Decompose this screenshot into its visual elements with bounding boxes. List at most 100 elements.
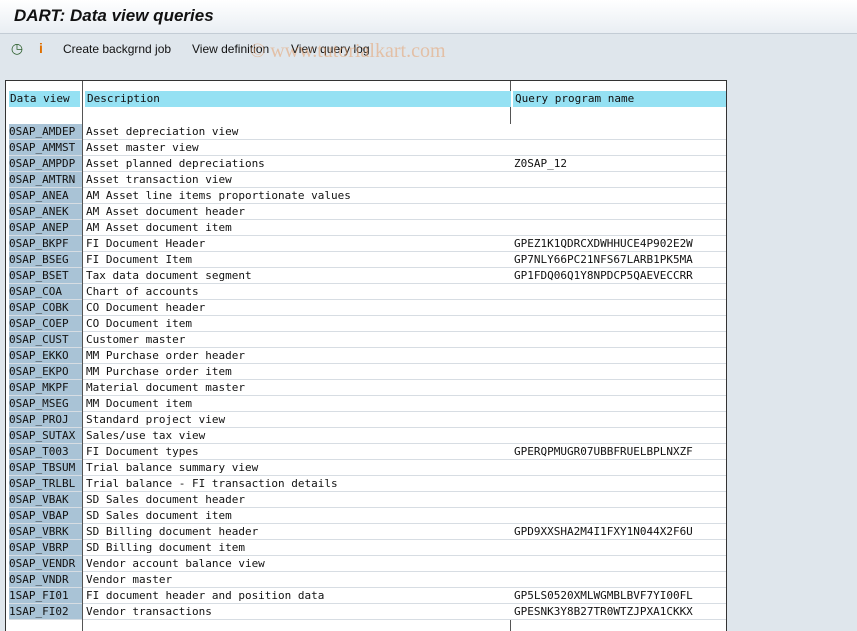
- data-view-cell[interactable]: 0SAP_VBAK: [9, 492, 82, 508]
- table-row[interactable]: 1SAP_FI02 Vendor transactions GPESNK3Y8B27…: [6, 604, 726, 620]
- data-view-cell[interactable]: 0SAP_TBSUM: [9, 460, 82, 476]
- query-program-cell[interactable]: [511, 492, 726, 508]
- table-row[interactable]: 0SAP_TBSUM Trial balance summary view: [6, 460, 726, 476]
- table-row[interactable]: 0SAP_SUTAX Sales/use tax view: [6, 428, 726, 444]
- description-cell[interactable]: AM Asset line items proportionate values: [83, 188, 513, 204]
- data-view-cell[interactable]: 0SAP_ANEA: [9, 188, 82, 204]
- data-view-cell[interactable]: 0SAP_PROJ: [9, 412, 82, 428]
- table-row[interactable]: 0SAP_VBAP SD Sales document item: [6, 508, 726, 524]
- query-program-cell[interactable]: [511, 540, 726, 556]
- query-program-cell[interactable]: [511, 316, 726, 332]
- table-row[interactable]: 0SAP_MSEG MM Document item: [6, 396, 726, 412]
- query-program-cell[interactable]: [511, 380, 726, 396]
- query-program-cell[interactable]: [511, 348, 726, 364]
- table-row[interactable]: 0SAP_EKPO MM Purchase order item: [6, 364, 726, 380]
- query-program-cell[interactable]: GP1FDQ06Q1Y8NPDCP5QAEVECCRR: [511, 268, 726, 284]
- column-header-description[interactable]: Description: [85, 91, 511, 107]
- data-view-cell[interactable]: 0SAP_COEP: [9, 316, 82, 332]
- data-view-cell[interactable]: 0SAP_EKKO: [9, 348, 82, 364]
- table-row[interactable]: 0SAP_MKPF Material document master: [6, 380, 726, 396]
- description-cell[interactable]: Standard project view: [83, 412, 513, 428]
- description-cell[interactable]: Material document master: [83, 380, 513, 396]
- data-view-cell[interactable]: 0SAP_MSEG: [9, 396, 82, 412]
- description-cell[interactable]: Tax data document segment: [83, 268, 513, 284]
- data-view-cell[interactable]: 0SAP_BKPF: [9, 236, 82, 252]
- query-program-cell[interactable]: [511, 300, 726, 316]
- table-row[interactable]: 1SAP_FI01 FI document header and position…: [6, 588, 726, 604]
- description-cell[interactable]: Vendor account balance view: [83, 556, 513, 572]
- data-view-cell[interactable]: 0SAP_VNDR: [9, 572, 82, 588]
- table-row[interactable]: 0SAP_VNDR Vendor master: [6, 572, 726, 588]
- data-view-cell[interactable]: 0SAP_EKPO: [9, 364, 82, 380]
- data-view-cell[interactable]: 0SAP_COA: [9, 284, 82, 300]
- table-row[interactable]: 0SAP_COBK CO Document header: [6, 300, 726, 316]
- data-view-cell[interactable]: 0SAP_AMPDP: [9, 156, 82, 172]
- query-program-cell[interactable]: GP7NLY66PC21NFS67LARB1PK5MA: [511, 252, 726, 268]
- description-cell[interactable]: SD Sales document header: [83, 492, 513, 508]
- data-view-cell[interactable]: 0SAP_ANEP: [9, 220, 82, 236]
- query-program-cell[interactable]: [511, 460, 726, 476]
- description-cell[interactable]: CO Document item: [83, 316, 513, 332]
- data-view-cell[interactable]: 0SAP_VBAP: [9, 508, 82, 524]
- query-program-cell[interactable]: [511, 508, 726, 524]
- column-header-data-view[interactable]: Data view: [9, 91, 80, 107]
- data-view-cell[interactable]: 0SAP_BSET: [9, 268, 82, 284]
- description-cell[interactable]: AM Asset document item: [83, 220, 513, 236]
- query-program-cell[interactable]: GP5LS0520XMLWGMBLBVF7YI00FL: [511, 588, 726, 604]
- data-view-cell[interactable]: 0SAP_CUST: [9, 332, 82, 348]
- data-view-cell[interactable]: 0SAP_BSEG: [9, 252, 82, 268]
- query-program-cell[interactable]: [511, 572, 726, 588]
- description-cell[interactable]: FI Document Item: [83, 252, 513, 268]
- query-program-cell[interactable]: [511, 412, 726, 428]
- query-program-cell[interactable]: [511, 364, 726, 380]
- data-view-cell[interactable]: 0SAP_VENDR: [9, 556, 82, 572]
- query-program-cell[interactable]: [511, 476, 726, 492]
- table-row[interactable]: 0SAP_AMPDP Asset planned depreciations Z0S…: [6, 156, 726, 172]
- table-row[interactable]: 0SAP_ANEK AM Asset document header: [6, 204, 726, 220]
- create-background-job-button[interactable]: Create backgrnd job: [63, 42, 171, 56]
- table-row[interactable]: 0SAP_BSEG FI Document Item GP7NLY66PC21NFS…: [6, 252, 726, 268]
- description-cell[interactable]: MM Purchase order item: [83, 364, 513, 380]
- column-header-query-program[interactable]: Query program name: [513, 91, 726, 107]
- table-row[interactable]: 0SAP_T003 FI Document types GPERQPMUGR07UB…: [6, 444, 726, 460]
- description-cell[interactable]: AM Asset document header: [83, 204, 513, 220]
- data-view-cell[interactable]: 0SAP_T003: [9, 444, 82, 460]
- query-program-cell[interactable]: [511, 124, 726, 140]
- query-program-cell[interactable]: [511, 428, 726, 444]
- query-program-cell[interactable]: GPD9XXSHA2M4I1FXY1N044X2F6U: [511, 524, 726, 540]
- description-cell[interactable]: Chart of accounts: [83, 284, 513, 300]
- table-row[interactable]: 0SAP_COEP CO Document item: [6, 316, 726, 332]
- description-cell[interactable]: Asset transaction view: [83, 172, 513, 188]
- table-row[interactable]: 0SAP_VBRP SD Billing document item: [6, 540, 726, 556]
- table-row[interactable]: 0SAP_VBRK SD Billing document header GPD9X…: [6, 524, 726, 540]
- description-cell[interactable]: Vendor transactions: [83, 604, 513, 620]
- description-cell[interactable]: SD Billing document item: [83, 540, 513, 556]
- data-view-cell[interactable]: 0SAP_AMTRN: [9, 172, 82, 188]
- table-row[interactable]: 0SAP_EKKO MM Purchase order header: [6, 348, 726, 364]
- query-program-cell[interactable]: [511, 284, 726, 300]
- table-row[interactable]: 0SAP_TRLBL Trial balance - FI transaction…: [6, 476, 726, 492]
- table-row[interactable]: 0SAP_VBAK SD Sales document header: [6, 492, 726, 508]
- table-row[interactable]: 0SAP_AMTRN Asset transaction view: [6, 172, 726, 188]
- description-cell[interactable]: Asset master view: [83, 140, 513, 156]
- data-view-cell[interactable]: 0SAP_MKPF: [9, 380, 82, 396]
- query-program-cell[interactable]: [511, 140, 726, 156]
- description-cell[interactable]: SD Sales document item: [83, 508, 513, 524]
- description-cell[interactable]: Vendor master: [83, 572, 513, 588]
- description-cell[interactable]: MM Document item: [83, 396, 513, 412]
- table-row[interactable]: 0SAP_AMMST Asset master view: [6, 140, 726, 156]
- description-cell[interactable]: Asset depreciation view: [83, 124, 513, 140]
- data-view-cell[interactable]: 0SAP_SUTAX: [9, 428, 82, 444]
- description-cell[interactable]: Trial balance summary view: [83, 460, 513, 476]
- table-row[interactable]: 0SAP_AMDEP Asset depreciation view: [6, 124, 726, 140]
- table-row[interactable]: 0SAP_ANEA AM Asset line items proportiona…: [6, 188, 726, 204]
- data-view-cell[interactable]: 0SAP_VBRP: [9, 540, 82, 556]
- description-cell[interactable]: Customer master: [83, 332, 513, 348]
- description-cell[interactable]: MM Purchase order header: [83, 348, 513, 364]
- description-cell[interactable]: CO Document header: [83, 300, 513, 316]
- table-row[interactable]: 0SAP_COA Chart of accounts: [6, 284, 726, 300]
- table-row[interactable]: 0SAP_CUST Customer master: [6, 332, 726, 348]
- query-program-cell[interactable]: GPESNK3Y8B27TR0WTZJPXA1CKKX: [511, 604, 726, 620]
- description-cell[interactable]: SD Billing document header: [83, 524, 513, 540]
- data-view-cell[interactable]: 0SAP_AMDEP: [9, 124, 82, 140]
